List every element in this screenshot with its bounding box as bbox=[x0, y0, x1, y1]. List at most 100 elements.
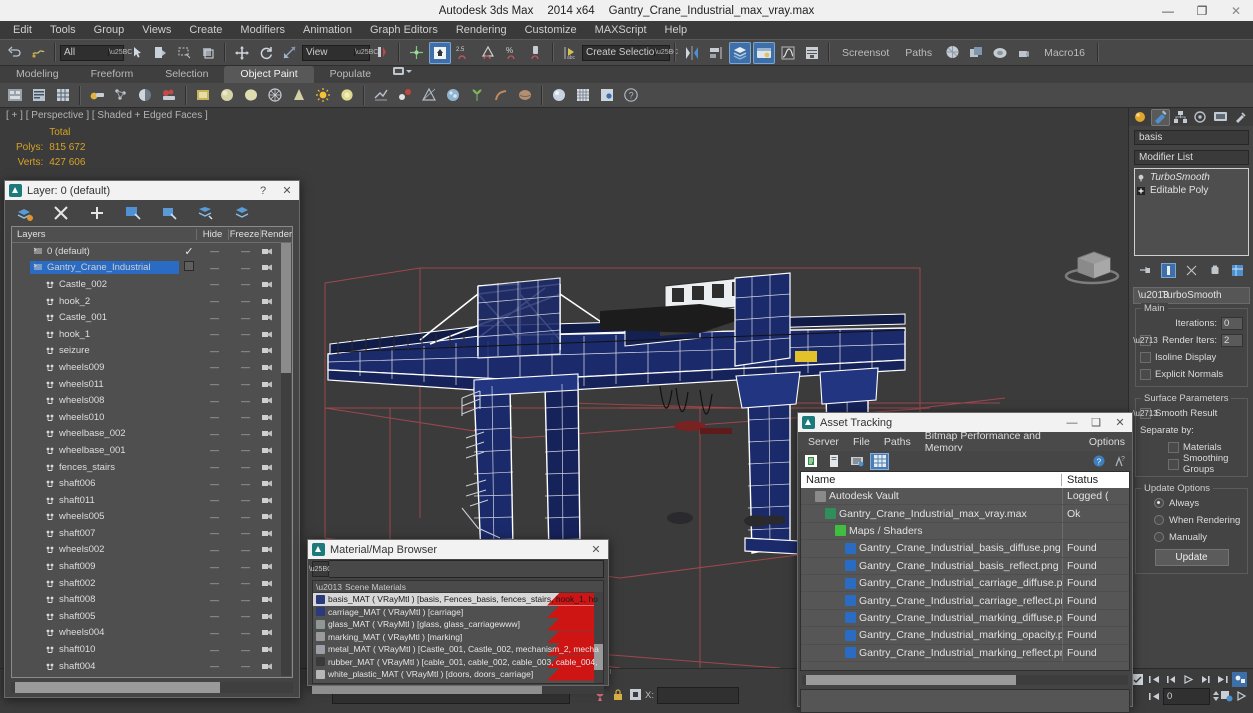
layer-row-name-cell[interactable]: Gantry_Crane_Industrial bbox=[30, 261, 179, 274]
omni-light-icon[interactable] bbox=[313, 85, 334, 106]
file-properties-icon[interactable] bbox=[824, 453, 843, 470]
particle-system-icon[interactable] bbox=[443, 85, 464, 106]
modify-tab-icon[interactable] bbox=[1151, 109, 1170, 126]
material-row[interactable]: white_plastic_MAT ( VRayMtl ) [doors, do… bbox=[313, 668, 603, 681]
light-sphere-icon[interactable] bbox=[549, 85, 570, 106]
hide-cell[interactable]: — bbox=[199, 296, 230, 306]
separate-materials-row[interactable]: Materials bbox=[1140, 440, 1243, 454]
display-tab-icon[interactable] bbox=[1211, 109, 1230, 126]
asset-row[interactable]: Maps / Shaders bbox=[801, 523, 1129, 540]
layer-row-name-cell[interactable]: 0 (default) bbox=[30, 245, 179, 258]
layer-row-name-cell[interactable]: Castle_001 bbox=[42, 311, 179, 324]
layer-row[interactable]: Castle_002—— bbox=[12, 276, 292, 293]
layer-row-name-cell[interactable]: shaft009 bbox=[42, 560, 179, 573]
asset-menu-options[interactable]: Options bbox=[1082, 436, 1132, 448]
asset-name-cell[interactable]: Gantry_Crane_Industrial_marking_reflect.… bbox=[801, 645, 1063, 661]
object-name-field[interactable]: basis bbox=[1134, 130, 1249, 145]
layer-row-name-cell[interactable]: shaft010 bbox=[42, 643, 179, 656]
add-to-layer-icon[interactable] bbox=[86, 203, 108, 223]
material-row[interactable]: marking_MAT ( VRayMtl ) [marking] bbox=[313, 631, 603, 644]
hide-cell[interactable]: — bbox=[199, 495, 230, 505]
select-link-icon[interactable] bbox=[27, 42, 49, 64]
material-row[interactable]: carriage_MAT ( VRayMtl ) [carriage] bbox=[313, 606, 603, 619]
freeze-cell[interactable]: — bbox=[230, 396, 261, 406]
window-crossing-icon[interactable] bbox=[197, 42, 219, 64]
freeze-cell[interactable]: — bbox=[230, 379, 261, 389]
layer-row[interactable]: shaft011—— bbox=[12, 492, 292, 509]
menu-item-group[interactable]: Group bbox=[85, 22, 134, 38]
layer-row[interactable]: wheels002—— bbox=[12, 542, 292, 559]
menu-item-views[interactable]: Views bbox=[133, 22, 180, 38]
x-coordinate-field[interactable] bbox=[657, 687, 739, 704]
help-icon[interactable]: ? bbox=[1092, 454, 1107, 469]
schematic-view-icon[interactable] bbox=[801, 42, 823, 64]
separate-smoothing-row[interactable]: Smoothing Groups bbox=[1140, 457, 1243, 471]
utilities-tab-icon[interactable] bbox=[1231, 109, 1250, 126]
align-icon[interactable] bbox=[705, 42, 727, 64]
percent-snap-icon[interactable]: % bbox=[501, 42, 523, 64]
ribbon-tab-selection[interactable]: Selection bbox=[149, 66, 224, 83]
freeze-cell[interactable]: — bbox=[230, 263, 261, 273]
select-and-rotate-icon[interactable] bbox=[255, 42, 277, 64]
layer-row[interactable]: wheelbase_002—— bbox=[12, 426, 292, 443]
freeze-cell[interactable]: — bbox=[230, 595, 261, 605]
material-list[interactable]: \u2013 Scene Materials basis_MAT ( VRayM… bbox=[312, 580, 604, 684]
layer-row[interactable]: seizure —— bbox=[12, 343, 292, 360]
create-tab-icon[interactable] bbox=[1131, 109, 1150, 126]
asset-name-cell[interactable]: Gantry_Crane_Industrial_marking_diffuse.… bbox=[801, 610, 1063, 626]
paint-grid-icon[interactable] bbox=[53, 85, 74, 106]
render-iters-checkbox[interactable]: \u2713 bbox=[1140, 335, 1151, 346]
menu-item-modifiers[interactable]: Modifiers bbox=[231, 22, 294, 38]
layer-row-name-cell[interactable]: wheels010 bbox=[42, 411, 179, 424]
material-search-row[interactable]: \u25BC bbox=[312, 562, 604, 576]
render-production-icon[interactable] bbox=[1013, 42, 1035, 64]
time-configuration-icon[interactable] bbox=[1219, 688, 1234, 703]
fill-icon[interactable] bbox=[135, 85, 156, 106]
maximize-button[interactable]: ❐ bbox=[1185, 0, 1219, 21]
hide-cell[interactable]: — bbox=[199, 346, 230, 356]
asset-name-cell[interactable]: Gantry_Crane_Industrial_carriage_diffuse… bbox=[801, 575, 1063, 591]
hide-cell[interactable]: — bbox=[199, 479, 230, 489]
set-current-layer-icon[interactable] bbox=[230, 203, 252, 223]
free-light-icon[interactable] bbox=[337, 85, 358, 106]
show-end-result-icon[interactable] bbox=[1161, 263, 1176, 278]
asset-name-cell[interactable]: Autodesk Vault bbox=[801, 488, 1063, 504]
angle-snap-icon[interactable] bbox=[477, 42, 499, 64]
layer-row[interactable]: hook_1—— bbox=[12, 326, 292, 343]
asset-menu-bitmap-performance-and-memory[interactable]: Bitmap Performance and Memory bbox=[918, 430, 1082, 454]
layer-row-name-cell[interactable]: shaft006 bbox=[42, 477, 179, 490]
layer-row[interactable]: wheels008—— bbox=[12, 392, 292, 409]
layer-row[interactable]: wheelbase_001—— bbox=[12, 442, 292, 459]
freeze-cell[interactable]: — bbox=[230, 296, 261, 306]
layer-row-name-cell[interactable]: fences_stairs bbox=[42, 461, 179, 474]
material-rows[interactable]: basis_MAT ( VRayMtl ) [basis, Fences_bas… bbox=[313, 593, 603, 681]
render-setup-icon[interactable] bbox=[965, 42, 987, 64]
named-selection-set-combo[interactable]: Create Selection S\u25BC bbox=[582, 45, 670, 61]
ribbon-more-icon[interactable] bbox=[387, 66, 419, 83]
asset-row[interactable]: Gantry_Crane_Industrial_carriage_reflect… bbox=[801, 592, 1129, 609]
freeze-cell[interactable]: — bbox=[230, 545, 261, 555]
rendered-frame-window-icon[interactable] bbox=[989, 42, 1011, 64]
asset-menu-paths[interactable]: Paths bbox=[877, 436, 918, 448]
menu-item-graph-editors[interactable]: Graph Editors bbox=[361, 22, 447, 38]
layer-row-name-cell[interactable]: shaft002 bbox=[42, 577, 179, 590]
isoline-display-row[interactable]: Isoline Display bbox=[1140, 350, 1243, 364]
paths-button[interactable]: Paths bbox=[897, 47, 940, 59]
asset-name-cell[interactable]: Gantry_Crane_Industrial_basis_diffuse.pn… bbox=[801, 540, 1063, 556]
layer-state-cell[interactable] bbox=[179, 261, 199, 274]
select-and-move-icon[interactable] bbox=[231, 42, 253, 64]
asset-row[interactable]: Gantry_Crane_Industrial_marking_opacity.… bbox=[801, 627, 1129, 644]
go-to-end-icon[interactable] bbox=[1215, 672, 1230, 687]
asset-tracking-window[interactable]: Asset Tracking — ❑ ✕ ServerFilePathsBitm… bbox=[797, 412, 1133, 707]
menu-item-create[interactable]: Create bbox=[180, 22, 231, 38]
absolute-relative-icon[interactable] bbox=[628, 687, 643, 702]
key-filters-icon[interactable] bbox=[1232, 672, 1247, 687]
asset-rows[interactable]: Autodesk VaultLogged (Gantry_Crane_Indus… bbox=[801, 488, 1129, 662]
layer-row-name-cell[interactable]: wheels004 bbox=[42, 626, 179, 639]
previous-frame-icon[interactable] bbox=[1164, 672, 1179, 687]
layer-row-name-cell[interactable]: seizure bbox=[42, 344, 179, 357]
vault-login-icon[interactable] bbox=[801, 453, 820, 470]
freeze-cell[interactable]: — bbox=[230, 346, 261, 356]
macro-button[interactable]: Macro16 bbox=[1036, 47, 1093, 59]
freeze-cell[interactable]: — bbox=[230, 495, 261, 505]
